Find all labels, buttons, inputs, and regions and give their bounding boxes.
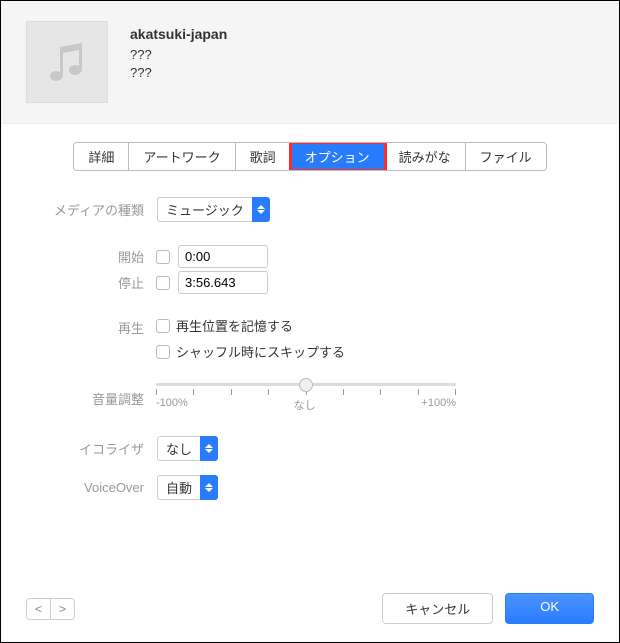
stop-checkbox[interactable]: [156, 276, 170, 290]
header: akatsuki-japan ??? ???: [1, 1, 619, 124]
slider-thumb-icon[interactable]: [299, 378, 313, 392]
track-album: ???: [130, 64, 227, 82]
start-checkbox[interactable]: [156, 250, 170, 264]
equalizer-value: なし: [157, 436, 200, 461]
tab-lyrics[interactable]: 歌詞: [236, 143, 291, 170]
volume-label: 音量調整: [46, 389, 156, 408]
voiceover-select[interactable]: 自動: [156, 474, 219, 501]
volume-min-label: -100%: [156, 397, 188, 413]
skip-shuffle-checkbox[interactable]: [156, 345, 170, 359]
start-label: 開始: [46, 247, 156, 266]
dropdown-stepper-icon: [200, 436, 218, 461]
tab-details[interactable]: 詳細: [74, 143, 129, 170]
tab-artwork[interactable]: アートワーク: [129, 143, 235, 170]
playback-label: 再生: [46, 316, 156, 337]
volume-max-label: +100%: [421, 397, 456, 413]
track-artist: ???: [130, 46, 227, 64]
equalizer-label: イコライザ: [46, 439, 156, 458]
equalizer-select[interactable]: なし: [156, 435, 219, 462]
next-button[interactable]: >: [51, 599, 74, 619]
stop-time-input[interactable]: [178, 271, 268, 294]
voiceover-label: VoiceOver: [46, 480, 156, 495]
voiceover-value: 自動: [157, 475, 200, 500]
remember-position-label: 再生位置を記憶する: [176, 316, 293, 335]
tab-sorting[interactable]: 読みがな: [385, 143, 466, 170]
tab-options[interactable]: オプション: [291, 143, 385, 170]
nav-buttons: < >: [26, 598, 75, 620]
cancel-button[interactable]: キャンセル: [382, 593, 493, 624]
dropdown-stepper-icon: [252, 197, 270, 222]
media-type-select[interactable]: ミュージック: [156, 196, 271, 223]
volume-slider[interactable]: [156, 383, 456, 386]
remember-position-checkbox[interactable]: [156, 319, 170, 333]
album-artwork-placeholder: [26, 21, 108, 103]
start-time-input[interactable]: [178, 245, 268, 268]
prev-button[interactable]: <: [27, 599, 51, 619]
track-title: akatsuki-japan: [130, 26, 227, 42]
stop-label: 停止: [46, 273, 156, 292]
tab-bar: 詳細 アートワーク 歌詞 オプション 読みがな ファイル: [73, 142, 546, 171]
media-type-value: ミュージック: [157, 197, 252, 222]
tab-file[interactable]: ファイル: [466, 143, 546, 170]
volume-mid-label: なし: [294, 397, 316, 413]
media-type-label: メディアの種類: [46, 200, 156, 219]
music-note-icon: [42, 37, 92, 87]
skip-shuffle-label: シャッフル時にスキップする: [176, 342, 345, 361]
dropdown-stepper-icon: [200, 475, 218, 500]
ok-button[interactable]: OK: [505, 593, 594, 624]
